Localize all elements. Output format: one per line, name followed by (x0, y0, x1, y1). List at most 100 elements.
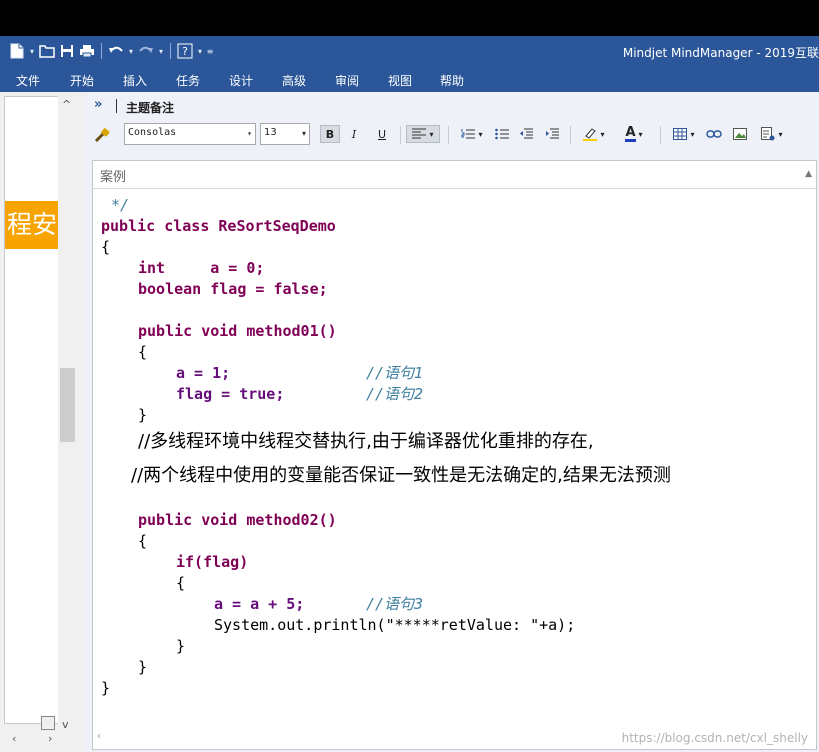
insert-image-button[interactable] (730, 125, 750, 143)
code-line: public void method01() (138, 322, 337, 340)
scroll-thumb[interactable] (60, 368, 75, 442)
chevron-down-icon: ▾ (638, 129, 643, 139)
map-topic[interactable]: 程安 (5, 201, 59, 249)
help-icon[interactable]: ? (176, 42, 194, 60)
code-line: flag = true; (176, 385, 285, 403)
menu-home[interactable]: 开始 (70, 72, 94, 89)
menu-advanced[interactable]: 高级 (282, 72, 306, 89)
window-title: Mindjet MindManager - 2019互联 (622, 46, 819, 60)
undo-dropdown-icon[interactable]: ▾ (127, 42, 135, 60)
code-line: if(flag) (176, 553, 249, 571)
canvas-vertical-scrollbar[interactable]: ^ v (58, 96, 78, 731)
menu-review[interactable]: 审阅 (335, 72, 359, 89)
link-icon (706, 130, 722, 138)
underline-button[interactable]: U (372, 125, 392, 143)
code-line: System.out.println("*****retValue: "+a); (214, 616, 576, 634)
font-size-select[interactable]: 13 ▾ (260, 123, 310, 145)
font-color-icon: A (625, 124, 636, 142)
scroll-down-icon[interactable]: v (62, 718, 69, 731)
font-family-select[interactable]: Consolas ▾ (124, 123, 256, 145)
align-dropdown-button[interactable]: ▾ (406, 125, 440, 143)
scroll-up-icon[interactable]: ^ (62, 98, 71, 111)
notes-subject: 案例 (100, 170, 127, 185)
title-bar: ▾ ▾ ▾ ? ▾ ≡ Mindjet MindManager - 2019互联 (0, 36, 819, 66)
toolbar-separator (170, 43, 171, 59)
chevron-down-icon: ▾ (778, 129, 783, 139)
map-canvas[interactable]: 程安 (4, 96, 60, 724)
menu-task[interactable]: 任务 (176, 72, 200, 89)
save-icon[interactable] (58, 42, 76, 60)
editor-divider (93, 188, 816, 189)
format-toolbar: Consolas ▾ 13 ▾ B I U ▾ ▾ ▾ A ▾ ▾ ▾ (86, 120, 819, 150)
code-line: public void method02() (138, 511, 337, 529)
scroll-left-icon[interactable]: ‹ (97, 731, 101, 742)
notes-header: » 主题备注 (86, 92, 819, 120)
scroll-right-icon[interactable]: › (48, 732, 52, 745)
ribbon-menu-bar: 文件 开始 插入 任务 设计 高级 审阅 视图 帮助 (0, 66, 819, 92)
code-comment: //语句2 (366, 385, 424, 403)
chevron-down-icon: ▾ (429, 129, 434, 139)
insert-table-button[interactable]: ▾ (668, 125, 700, 143)
code-comment: //语句3 (366, 595, 424, 613)
chevron-down-icon: ▾ (247, 129, 252, 138)
open-folder-icon[interactable] (38, 42, 56, 60)
chevron-down-icon: ▾ (301, 129, 306, 138)
toolbar-separator (570, 126, 571, 144)
code-line: } (176, 637, 186, 655)
canvas-horizontal-scrollbar[interactable]: ‹ › (4, 732, 78, 748)
code-comment: //语句1 (366, 364, 424, 382)
more-options-button[interactable]: ▾ (756, 125, 788, 143)
window-edge (811, 0, 819, 752)
notes-title: 主题备注 (126, 101, 175, 115)
toolbar-separator (448, 126, 449, 144)
chinese-comment-line: //两个线程中使用的变量能否保证一致性是无法确定的,结果无法预测 (131, 465, 671, 486)
align-left-icon (412, 128, 427, 139)
code-line: a = 1; (176, 364, 231, 382)
toolbar-separator (660, 126, 661, 144)
italic-button[interactable]: I (344, 125, 364, 143)
undo-icon[interactable] (107, 42, 125, 60)
toolbar-separator (101, 43, 102, 59)
numbered-list-button[interactable]: ▾ (456, 125, 488, 143)
code-line: { (138, 343, 148, 361)
decrease-indent-button[interactable] (516, 125, 536, 143)
code-line: { (176, 574, 186, 592)
chevron-down-icon: ▾ (600, 129, 605, 139)
menu-view[interactable]: 视图 (388, 72, 412, 89)
redo-dropdown-icon[interactable]: ▾ (157, 42, 165, 60)
scroll-left-icon[interactable]: ‹ (12, 732, 16, 745)
menu-help[interactable]: 帮助 (440, 72, 464, 89)
collapse-notes-icon[interactable]: » (94, 97, 102, 112)
new-document-icon[interactable] (8, 42, 26, 60)
increase-indent-icon (546, 128, 559, 139)
bullet-list-button[interactable] (492, 125, 512, 143)
numbered-list-icon (461, 129, 476, 139)
highlight-button[interactable]: ▾ (578, 125, 610, 143)
code-line: { (138, 532, 148, 550)
highlighter-icon (583, 128, 598, 141)
notes-editor[interactable]: 案例 ▲ */ public class ReSortSeqDemo { int… (92, 160, 817, 750)
font-color-button[interactable]: A ▾ (618, 125, 650, 143)
map-canvas-pane: 程安 ^ v ‹ › (0, 92, 86, 752)
table-icon (673, 128, 688, 140)
insert-link-button[interactable] (704, 125, 724, 143)
bold-button[interactable]: B (320, 125, 340, 143)
toolbar-separator (400, 126, 401, 144)
redo-icon[interactable] (137, 42, 155, 60)
header-divider (116, 99, 117, 113)
menu-insert[interactable]: 插入 (123, 72, 147, 89)
code-line: boolean flag = false; (138, 280, 328, 298)
svg-text:?: ? (182, 45, 188, 58)
menu-design[interactable]: 设计 (229, 72, 253, 89)
chinese-comment-line: //多线程环境中线程交替执行,由于编译器优化重排的存在, (138, 431, 594, 452)
menu-file[interactable]: 文件 (16, 72, 40, 89)
customize-toolbar-icon[interactable]: ≡ (206, 42, 214, 60)
new-dropdown-icon[interactable]: ▾ (28, 42, 36, 60)
print-icon[interactable] (78, 42, 96, 60)
format-painter-icon[interactable] (94, 127, 110, 143)
bullet-list-icon (495, 128, 509, 140)
help-dropdown-icon[interactable]: ▾ (196, 42, 204, 60)
view-toggle-icon[interactable] (41, 716, 55, 730)
font-family-value: Consolas (128, 127, 177, 138)
increase-indent-button[interactable] (542, 125, 562, 143)
